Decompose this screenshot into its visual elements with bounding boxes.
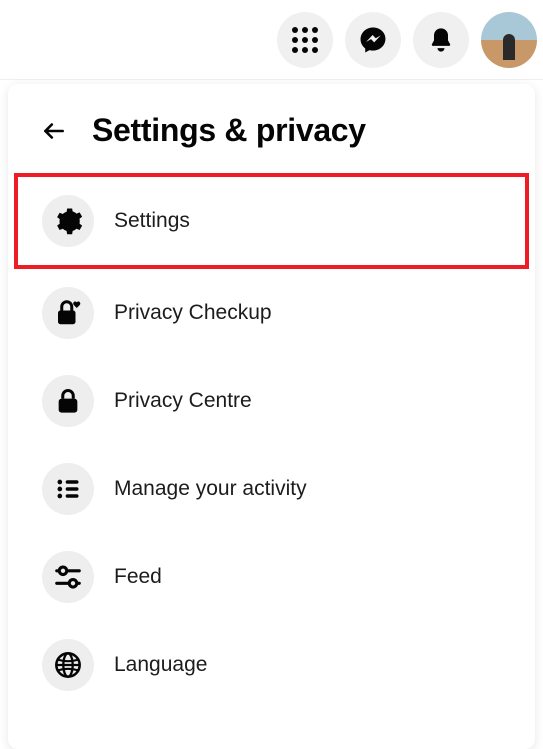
lock-heart-icon — [53, 298, 83, 328]
menu-item-privacy-checkup[interactable]: Privacy Checkup — [14, 269, 529, 357]
menu-item-label: Feed — [114, 565, 162, 589]
menu-item-language[interactable]: Language — [14, 621, 529, 709]
icon-wrap — [42, 463, 94, 515]
lock-icon — [54, 387, 82, 415]
avatar[interactable] — [481, 12, 537, 68]
topbar — [0, 0, 543, 80]
menu-item-manage-activity[interactable]: Manage your activity — [14, 445, 529, 533]
icon-wrap — [42, 551, 94, 603]
menu-item-settings[interactable]: Settings — [14, 173, 529, 269]
panel-title: Settings & privacy — [92, 112, 366, 149]
menu-item-label: Privacy Centre — [114, 389, 252, 413]
menu-item-label: Privacy Checkup — [114, 301, 272, 325]
menu-list: Settings Privacy Checkup Privacy Centre — [8, 173, 535, 709]
apps-grid-icon — [292, 27, 318, 53]
messenger-button[interactable] — [345, 12, 401, 68]
notifications-button[interactable] — [413, 12, 469, 68]
gear-icon — [53, 206, 83, 236]
back-button[interactable] — [36, 113, 72, 149]
panel-header: Settings & privacy — [8, 102, 535, 173]
arrow-left-icon — [41, 118, 67, 144]
bell-icon — [427, 26, 455, 54]
menu-button[interactable] — [277, 12, 333, 68]
list-icon — [54, 475, 82, 503]
sliders-icon — [53, 562, 83, 592]
icon-wrap — [42, 375, 94, 427]
settings-privacy-panel: Settings & privacy Settings Privacy Chec… — [8, 84, 535, 749]
icon-wrap — [42, 195, 94, 247]
menu-item-label: Language — [114, 653, 207, 677]
menu-item-label: Settings — [114, 209, 190, 233]
menu-item-privacy-centre[interactable]: Privacy Centre — [14, 357, 529, 445]
messenger-icon — [359, 26, 387, 54]
globe-icon — [54, 651, 82, 679]
icon-wrap — [42, 287, 94, 339]
menu-item-feed[interactable]: Feed — [14, 533, 529, 621]
icon-wrap — [42, 639, 94, 691]
menu-item-label: Manage your activity — [114, 477, 307, 501]
